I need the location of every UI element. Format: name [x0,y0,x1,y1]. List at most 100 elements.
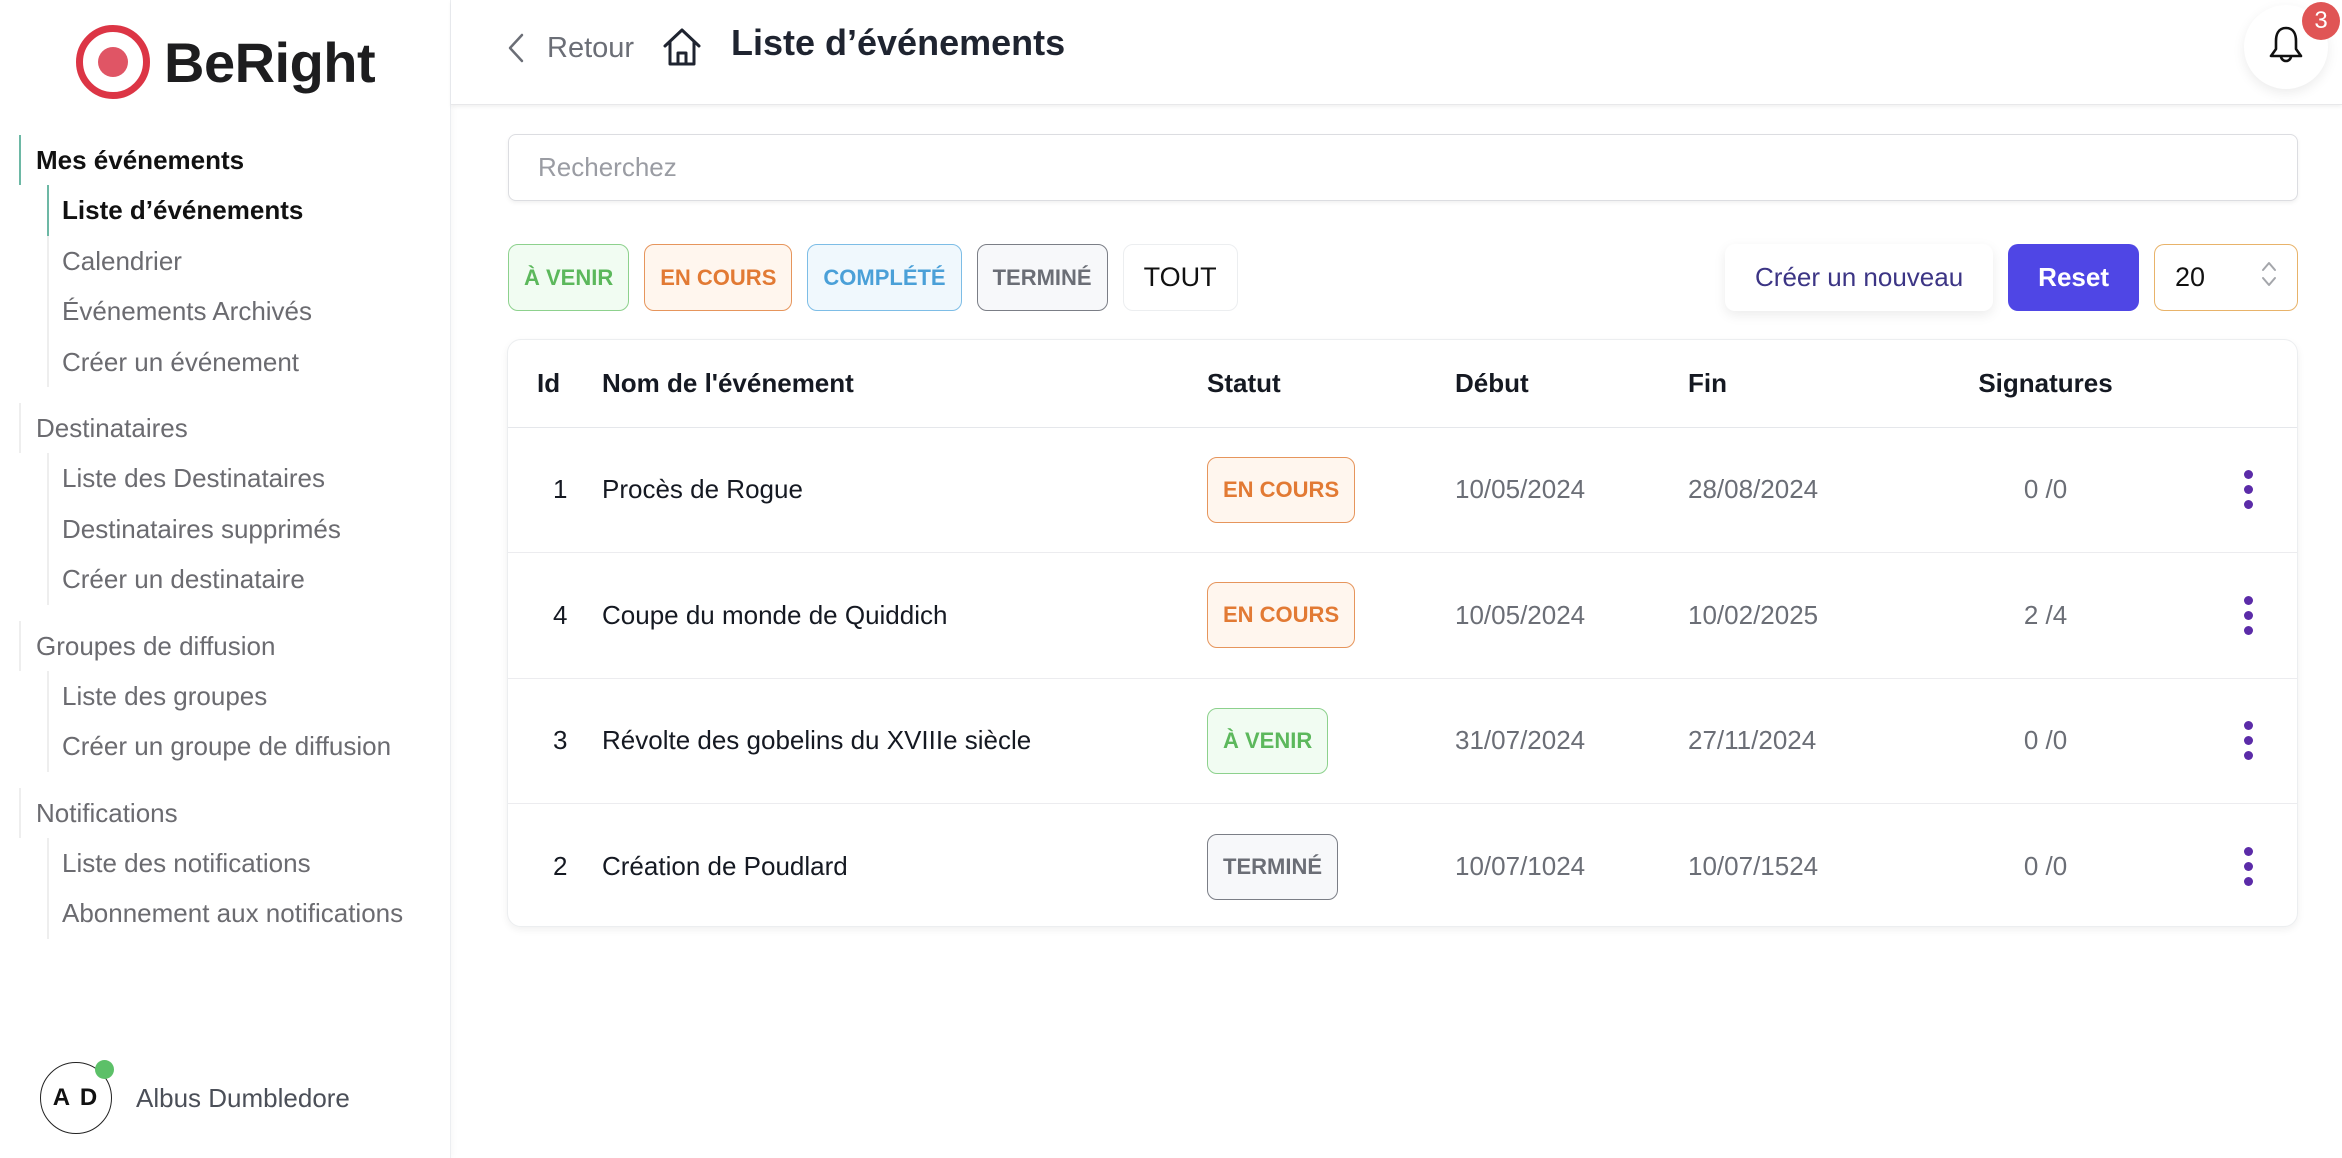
status-badge: EN COURS [1207,582,1356,649]
cell-name[interactable]: Procès de Rogue [602,427,1207,553]
sidebar-item-create-group[interactable]: Créer un groupe de diffusion [47,721,439,772]
column-header-signatures[interactable]: Signatures [1928,340,2163,428]
back-label: Retour [547,31,635,64]
online-status-indicator [95,1060,114,1079]
table-row[interactable]: 2 Création de Poudlard TERMINÉ 10/07/102… [508,804,2297,927]
status-badge: EN COURS [1207,456,1356,523]
table-row[interactable]: 1 Procès de Rogue EN COURS 10/05/2024 28… [508,427,2297,553]
sidebar-item-deleted-recipients[interactable]: Destinataires supprimés [47,504,439,555]
sidebar-item-recipient-list[interactable]: Liste des Destinataires [47,453,439,504]
cell-name[interactable]: Coupe du monde de Quiddich [602,552,1207,679]
nav-sublist: Liste des Destinataires Destinataires su… [47,453,439,605]
column-header-end[interactable]: Fin [1688,340,1928,428]
events-table-card: Id Nom de l'événement Statut Début Fin S… [507,339,2298,927]
cell-id: 2 [553,851,568,881]
cell-name[interactable]: Révolte des gobelins du XVIIIe siècle [602,678,1207,804]
status-filters: À VENIR EN COURS COMPLÉTÉ TERMINÉ TOUT [508,244,1238,311]
cell-end: 28/08/2024 [1688,427,1928,553]
status-badge: TERMINÉ [1207,833,1338,900]
top-header: Retour Liste d’événements 3 [451,0,2342,105]
cell-start: 31/07/2024 [1455,678,1688,804]
sidebar-item-group-list[interactable]: Liste des groupes [47,671,439,722]
sidebar-item-calendar[interactable]: Calendrier [47,236,439,287]
cell-start: 10/05/2024 [1455,427,1688,553]
sidebar-item-notification-subscription[interactable]: Abonnement aux notifications [47,888,439,939]
sidebar-item-create-recipient[interactable]: Créer un destinataire [47,554,439,605]
cell-signatures: 0 /0 [1928,678,2163,804]
nav-sublist: Liste d’événements Calendrier Événements… [47,185,439,387]
nav-sublist: Liste des notifications Abonnement aux n… [47,837,439,939]
page-title: Liste d’événements [731,22,1066,63]
cell-status: À VENIR [1207,678,1455,804]
more-options-icon[interactable] [2228,590,2268,640]
chevron-left-icon [499,28,533,68]
bell-icon [2267,24,2305,71]
user-profile[interactable]: A D Albus Dumbledore [40,1060,350,1134]
search-input[interactable] [508,134,2298,201]
column-header-name[interactable]: Nom de l'événement [602,340,1207,428]
nav-group-broadcast-groups: Groupes de diffusion Liste des groupes C… [19,620,439,772]
cell-status: EN COURS [1207,427,1455,553]
cell-end: 10/07/1524 [1688,851,1819,881]
column-header-status[interactable]: Statut [1207,340,1455,428]
filter-completed[interactable]: COMPLÉTÉ [807,244,962,311]
home-icon[interactable] [660,25,704,69]
cell-start: 10/07/1024 [1455,851,1586,881]
cell-signatures: 0 /0 [2023,851,2068,881]
cell-end: 27/11/2024 [1688,678,1928,804]
cell-id: 4 [508,552,602,679]
toolbar-actions: Créer un nouveau Reset 20 [1725,244,2298,311]
cell-status: TERMINÉ [1207,804,1455,927]
events-table: Id Nom de l'événement Statut Début Fin S… [508,340,2297,927]
filter-all[interactable]: TOUT [1122,244,1238,311]
nav-group-title-events[interactable]: Mes événements [19,135,439,185]
sidebar-item-event-list[interactable]: Liste d’événements [47,185,439,236]
cell-actions [2163,678,2297,804]
column-header-id[interactable]: Id [508,340,602,428]
sidebar-item-archived-events[interactable]: Événements Archivés [47,286,439,337]
brand-logo[interactable]: BeRight [76,25,376,99]
target-logo-icon [76,25,150,99]
sidebar-item-notification-list[interactable]: Liste des notifications [47,838,439,889]
nav-group-title-notifications[interactable]: Notifications [19,787,439,838]
sidebar-item-create-event[interactable]: Créer un événement [47,337,439,388]
cell-status: EN COURS [1207,552,1455,679]
chevron-up-down-icon [2261,259,2277,296]
brand-name: BeRight [164,30,376,94]
filter-finished[interactable]: TERMINÉ [976,244,1108,311]
nav-group-title-recipients[interactable]: Destinataires [19,403,439,453]
cell-actions [2163,552,2297,679]
cell-signatures: 0 /0 [1928,427,2163,553]
nav-group-title-broadcast-groups[interactable]: Groupes de diffusion [19,620,439,671]
cell-start: 10/05/2024 [1455,552,1688,679]
sidebar-nav: Mes événements Liste d’événements Calend… [19,135,439,955]
cell-signatures: 2 /4 [1928,552,2163,679]
avatar-initials: A D [52,1084,100,1111]
nav-sublist: Liste des groupes Créer un groupe de dif… [47,670,439,772]
sidebar: BeRight Mes événements Liste d’événement… [0,0,451,1158]
nav-group-notifications: Notifications Liste des notifications Ab… [19,787,439,939]
nav-group-recipients: Destinataires Liste des Destinataires De… [19,403,439,605]
column-header-start[interactable]: Début [1455,340,1688,428]
filter-ongoing[interactable]: EN COURS [644,244,793,311]
table-row[interactable]: 4 Coupe du monde de Quiddich EN COURS 10… [508,552,2297,679]
create-new-button[interactable]: Créer un nouveau [1725,244,1994,311]
more-options-icon[interactable] [2228,842,2268,892]
cell-end: 10/02/2025 [1688,552,1928,679]
more-options-icon[interactable] [2228,465,2268,515]
cell-name[interactable]: Création de Poudlard [602,804,1207,927]
more-options-icon[interactable] [2228,716,2268,766]
status-badge: À VENIR [1207,707,1329,774]
cell-actions [2163,804,2297,927]
nav-group-events: Mes événements Liste d’événements Calend… [19,135,439,387]
filter-upcoming[interactable]: À VENIR [508,244,630,311]
page-size-select[interactable]: 20 [2154,244,2298,311]
avatar: A D [40,1060,114,1134]
user-name: Albus Dumbledore [136,1082,350,1113]
reset-button[interactable]: Reset [2008,244,2139,311]
notification-count-badge: 3 [2302,2,2340,40]
notifications-button[interactable]: 3 [2244,2,2340,89]
table-row[interactable]: 3 Révolte des gobelins du XVIIIe siècle … [508,678,2297,804]
column-header-actions [2163,340,2297,428]
back-button[interactable]: Retour [499,28,634,68]
